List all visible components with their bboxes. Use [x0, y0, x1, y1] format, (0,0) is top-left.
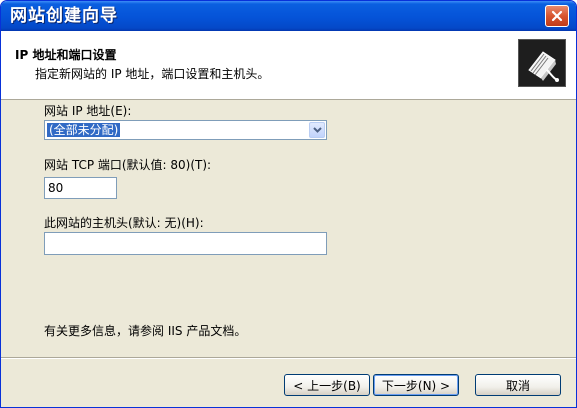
wizard-window: 网站创建向导 IP 地址和端口设置 指定新网站的 IP 地址，端口设置和主机头。…	[0, 0, 577, 408]
back-button[interactable]: < 上一步(B)	[284, 374, 370, 396]
window-title: 网站创建向导	[10, 6, 118, 26]
close-button[interactable]	[545, 5, 569, 27]
tcp-port-input[interactable]	[44, 177, 117, 199]
ip-address-select[interactable]: (全部未分配)	[44, 120, 327, 140]
ip-address-selected-value: (全部未分配)	[47, 123, 121, 137]
wizard-header: IP 地址和端口设置 指定新网站的 IP 地址，端口设置和主机头。	[1, 31, 576, 100]
page-title: IP 地址和端口设置	[15, 48, 117, 62]
page-subtitle: 指定新网站的 IP 地址，端口设置和主机头。	[35, 67, 270, 81]
close-icon	[551, 10, 563, 22]
ip-address-label: 网站 IP 地址(E):	[44, 104, 132, 118]
chevron-down-icon	[312, 127, 322, 133]
info-note: 有关更多信息，请参阅 IIS 产品文档。	[44, 324, 247, 338]
title-bar[interactable]: 网站创建向导	[1, 1, 576, 31]
separator	[1, 357, 576, 359]
host-header-label: 此网站的主机头(默认: 无)(H):	[44, 216, 204, 230]
dropdown-button[interactable]	[309, 122, 325, 138]
next-button[interactable]: 下一步(N) >	[373, 374, 459, 396]
tcp-port-label: 网站 TCP 端口(默认值: 80)(T):	[44, 158, 212, 172]
host-header-input[interactable]	[44, 232, 327, 255]
cancel-button[interactable]: 取消	[475, 374, 561, 396]
wizard-book-icon	[518, 39, 566, 87]
